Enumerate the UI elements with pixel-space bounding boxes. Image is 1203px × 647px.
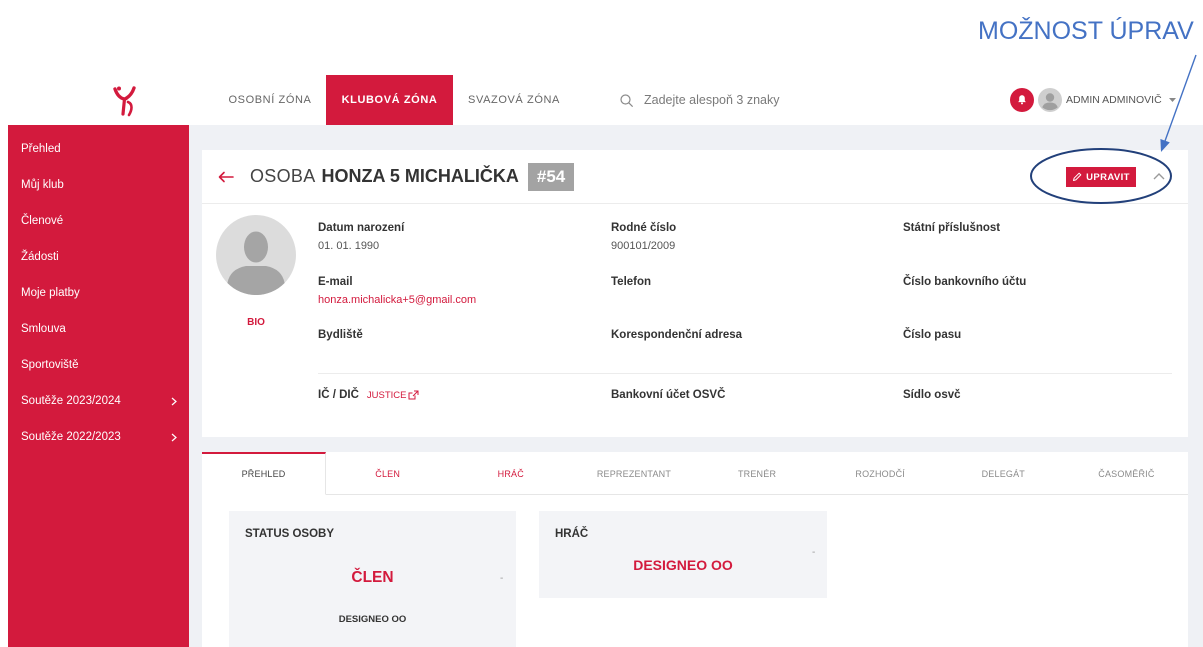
tab-hrac[interactable]: HRÁČ bbox=[449, 452, 573, 495]
annotation-label: MOŽNOST ÚPRAV bbox=[978, 17, 1194, 45]
tab-trener[interactable]: TRENÉR bbox=[695, 452, 819, 495]
bio-link[interactable]: BIO bbox=[236, 316, 276, 330]
nav-tab-svazova-zona[interactable]: SVAZOVÁ ZÓNA bbox=[453, 75, 575, 125]
person-detail-card: OSOBA HONZA 5 MICHALIČKA #54 UPRAVIT BIO… bbox=[202, 150, 1188, 437]
status-club: DESIGNEO OO bbox=[338, 614, 407, 625]
sidebar-item-zadosti[interactable]: Žádosti bbox=[8, 239, 189, 275]
sidebar-item-sportoviste[interactable]: Sportoviště bbox=[8, 347, 189, 383]
justice-link-label: JUSTICE bbox=[366, 389, 407, 401]
chevron-right-icon bbox=[171, 397, 177, 406]
title-divider bbox=[202, 203, 1188, 204]
correspondence-address-label: Korespondenční adresa bbox=[611, 329, 743, 341]
sidebar-item-clenove[interactable]: Členové bbox=[8, 203, 189, 239]
edit-button-label: UPRAVIT bbox=[1086, 171, 1130, 183]
arrow-left-icon[interactable] bbox=[218, 171, 234, 183]
birth-date-value: 01. 01. 1990 bbox=[318, 240, 380, 252]
passport-label: Číslo pasu bbox=[903, 329, 962, 341]
tab-delegat[interactable]: DELEGÁT bbox=[941, 452, 1065, 495]
player-club: DESIGNEO OO bbox=[633, 557, 733, 573]
birth-number-value: 900101/2009 bbox=[611, 240, 676, 252]
player-card-title: HRÁČ bbox=[555, 528, 589, 540]
sidebar-item-label: Můj klub bbox=[21, 179, 64, 191]
user-name: ADMIN ADMINOVIČ bbox=[1066, 94, 1162, 106]
search-input[interactable] bbox=[644, 93, 864, 107]
chevron-right-icon bbox=[171, 433, 177, 442]
person-name: HONZA 5 MICHALIČKA bbox=[321, 166, 519, 186]
sidebar-item-label: Sportoviště bbox=[21, 359, 79, 371]
status-card: STATUS OSOBY ČLEN - DESIGNEO OO bbox=[229, 511, 516, 647]
sidebar-item-souteze-2022-2023[interactable]: Soutěže 2022/2023 bbox=[8, 419, 189, 455]
external-link-icon bbox=[408, 390, 419, 400]
birth-date-label: Datum narození bbox=[318, 222, 405, 234]
tab-clen[interactable]: ČLEN bbox=[326, 452, 450, 495]
sidebar-item-label: Moje platby bbox=[21, 287, 80, 299]
user-menu[interactable]: ADMIN ADMINOVIČ bbox=[1038, 87, 1176, 113]
status-card-title: STATUS OSOBY bbox=[245, 528, 335, 540]
handball-logo-icon[interactable] bbox=[110, 85, 140, 117]
person-silhouette-icon bbox=[216, 215, 296, 296]
role-tabs: PŘEHLED ČLEN HRÁČ REPREZENTANT TRENÉR RO… bbox=[202, 452, 1188, 495]
phone-label: Telefon bbox=[611, 276, 652, 288]
status-dash: - bbox=[500, 573, 504, 584]
sidebar-item-muj-klub[interactable]: Můj klub bbox=[8, 167, 189, 203]
person-roles-card: PŘEHLED ČLEN HRÁČ REPREZENTANT TRENÉR RO… bbox=[202, 452, 1188, 647]
status-role: ČLEN bbox=[351, 569, 394, 586]
player-card: HRÁČ DESIGNEO OO - bbox=[539, 511, 827, 598]
sidebar-item-label: Přehled bbox=[21, 143, 61, 155]
details-divider bbox=[318, 373, 1172, 374]
tab-rozhodci[interactable]: ROZHODČÍ bbox=[818, 452, 942, 495]
sidebar-item-label: Soutěže 2023/2024 bbox=[21, 395, 121, 407]
nav-tab-osobni-zona[interactable]: OSOBNÍ ZÓNA bbox=[214, 75, 326, 125]
sidebar-item-souteze-2023-2024[interactable]: Soutěže 2023/2024 bbox=[8, 383, 189, 419]
citizenship-label: Státní příslušnost bbox=[903, 222, 1001, 234]
global-search bbox=[620, 89, 880, 111]
sidebar-item-moje-platby[interactable]: Moje platby bbox=[8, 275, 189, 311]
sidebar-item-smlouva[interactable]: Smlouva bbox=[8, 311, 189, 347]
page-title-prefix: OSOBA bbox=[250, 166, 316, 186]
tab-casomeric[interactable]: ČASOMĚŘIČ bbox=[1064, 452, 1188, 495]
user-avatar-icon bbox=[1038, 88, 1062, 112]
ico-dic-label: IČ / DIČ bbox=[318, 389, 359, 401]
person-title-row: OSOBA HONZA 5 MICHALIČKA #54 bbox=[202, 150, 1188, 203]
address-label: Bydliště bbox=[318, 329, 363, 341]
justice-link[interactable]: JUSTICE bbox=[367, 390, 420, 401]
email-label: E-mail bbox=[318, 276, 353, 288]
sidebar-item-label: Členové bbox=[21, 215, 64, 227]
tab-reprezentant[interactable]: REPREZENTANT bbox=[572, 452, 696, 495]
search-icon bbox=[620, 93, 633, 107]
nav-tab-klubova-zona[interactable]: KLUBOVÁ ZÓNA bbox=[326, 75, 453, 125]
ico-dic-field: IČ / DIČ JUSTICE bbox=[318, 388, 419, 402]
sidebar-item-label: Soutěže 2022/2023 bbox=[21, 431, 121, 443]
birth-number-label: Rodné číslo bbox=[611, 222, 677, 234]
osvc-seat-label: Sídlo osvč bbox=[903, 389, 961, 401]
sidebar: Přehled Můj klub Členové Žádosti Moje pl… bbox=[8, 125, 189, 647]
bank-account-label: Číslo bankovního účtu bbox=[903, 276, 1027, 288]
sidebar-item-label: Smlouva bbox=[21, 323, 66, 335]
tab-prehled[interactable]: PŘEHLED bbox=[202, 452, 327, 495]
pencil-icon bbox=[1073, 172, 1082, 181]
person-number-badge: #54 bbox=[527, 162, 575, 191]
player-dash: - bbox=[812, 547, 816, 558]
bell-icon[interactable] bbox=[1010, 88, 1034, 112]
osvc-bank-account-label: Bankovní účet OSVČ bbox=[611, 389, 726, 401]
caret-down-icon bbox=[1168, 98, 1176, 102]
email-value-link[interactable]: honza.michalicka+5@gmail.com bbox=[318, 293, 476, 307]
edit-button[interactable]: UPRAVIT bbox=[1066, 167, 1136, 187]
chevron-up-icon[interactable] bbox=[1153, 172, 1165, 180]
sidebar-item-prehled[interactable]: Přehled bbox=[8, 131, 189, 167]
sidebar-item-label: Žádosti bbox=[21, 251, 59, 263]
